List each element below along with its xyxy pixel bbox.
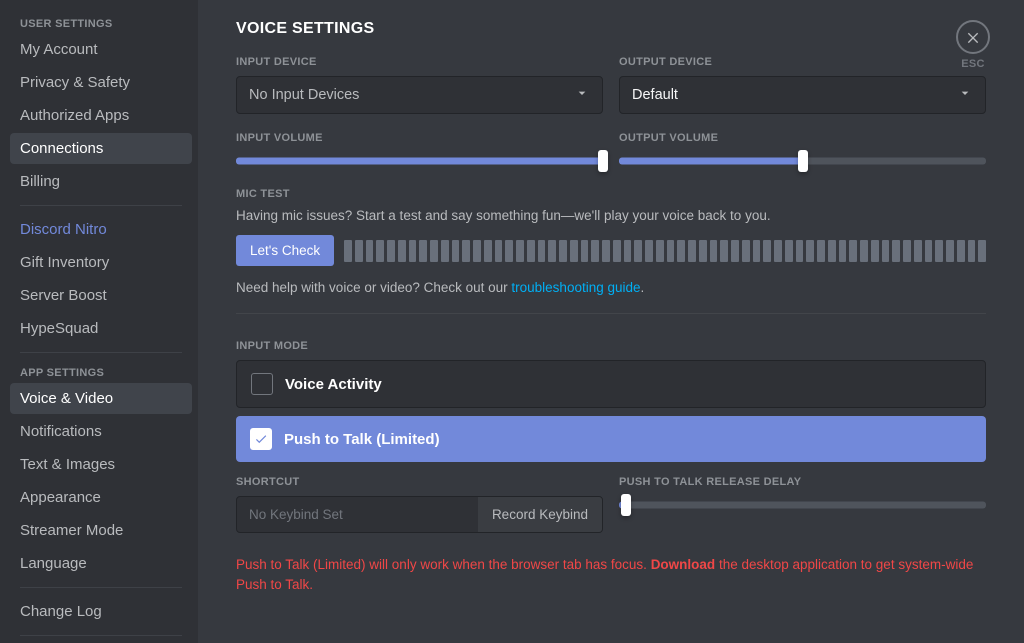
chevron-down-icon: [957, 85, 973, 105]
divider: [236, 313, 986, 314]
output-device-value: Default: [632, 87, 678, 103]
release-delay-label: PUSH TO TALK RELEASE DELAY: [619, 476, 986, 488]
record-keybind-button[interactable]: Record Keybind: [478, 497, 602, 532]
divider: [20, 587, 182, 588]
mic-test-label: MIC TEST: [236, 188, 986, 200]
sidebar-item-appearance[interactable]: Appearance: [10, 482, 192, 513]
download-link[interactable]: Download: [651, 557, 716, 572]
checkbox-checked-icon: [250, 428, 272, 450]
mode-label: Push to Talk (Limited): [284, 431, 440, 448]
sidebar-item-text-images[interactable]: Text & Images: [10, 449, 192, 480]
troubleshooting-link[interactable]: troubleshooting guide: [511, 280, 640, 295]
keybind-input[interactable]: No Keybind Set: [237, 497, 478, 532]
settings-content: ESC VOICE SETTINGS INPUT DEVICE No Input…: [198, 0, 1024, 643]
close-esc: ESC: [956, 20, 990, 70]
close-button[interactable]: [956, 20, 990, 54]
checkbox-icon: [251, 373, 273, 395]
sidebar-item-streamer-mode[interactable]: Streamer Mode: [10, 515, 192, 546]
esc-label: ESC: [956, 58, 990, 70]
settings-sidebar: USER SETTINGS My Account Privacy & Safet…: [0, 0, 198, 643]
sidebar-item-gift-inventory[interactable]: Gift Inventory: [10, 247, 192, 278]
sidebar-item-authorized-apps[interactable]: Authorized Apps: [10, 100, 192, 131]
sidebar-item-discord-nitro[interactable]: Discord Nitro: [10, 214, 192, 245]
sidebar-item-hypesquad[interactable]: HypeSquad: [10, 313, 192, 344]
input-volume-slider[interactable]: [236, 152, 603, 170]
sidebar-item-notifications[interactable]: Notifications: [10, 416, 192, 447]
mic-test-meter: [344, 240, 986, 262]
mic-test-button[interactable]: Let's Check: [236, 235, 334, 266]
output-device-label: OUTPUT DEVICE: [619, 56, 986, 68]
mode-label: Voice Activity: [285, 376, 382, 393]
sidebar-item-billing[interactable]: Billing: [10, 166, 192, 197]
keybind-box: No Keybind Set Record Keybind: [236, 496, 603, 533]
output-volume-slider[interactable]: [619, 152, 986, 170]
shortcut-label: SHORTCUT: [236, 476, 603, 488]
input-device-value: No Input Devices: [249, 87, 359, 103]
divider: [20, 635, 182, 636]
sidebar-item-language[interactable]: Language: [10, 548, 192, 579]
close-icon: [965, 29, 981, 45]
sidebar-header-app: APP SETTINGS: [10, 361, 192, 383]
chevron-down-icon: [574, 85, 590, 105]
output-volume-label: OUTPUT VOLUME: [619, 132, 986, 144]
page-title: VOICE SETTINGS: [236, 20, 986, 38]
sidebar-item-connections[interactable]: Connections: [10, 133, 192, 164]
sidebar-header-user: USER SETTINGS: [10, 12, 192, 34]
input-volume-label: INPUT VOLUME: [236, 132, 603, 144]
divider: [20, 352, 182, 353]
mic-test-description: Having mic issues? Start a test and say …: [236, 208, 986, 223]
input-device-select[interactable]: No Input Devices: [236, 76, 603, 114]
release-delay-slider[interactable]: [619, 496, 986, 514]
ptt-limited-warning: Push to Talk (Limited) will only work wh…: [236, 555, 986, 596]
input-mode-push-to-talk[interactable]: Push to Talk (Limited): [236, 416, 986, 462]
sidebar-item-change-log[interactable]: Change Log: [10, 596, 192, 627]
sidebar-item-my-account[interactable]: My Account: [10, 34, 192, 65]
sidebar-item-voice-video[interactable]: Voice & Video: [10, 383, 192, 414]
output-device-select[interactable]: Default: [619, 76, 986, 114]
input-mode-voice-activity[interactable]: Voice Activity: [236, 360, 986, 408]
sidebar-item-privacy-safety[interactable]: Privacy & Safety: [10, 67, 192, 98]
help-text: Need help with voice or video? Check out…: [236, 280, 986, 295]
input-device-label: INPUT DEVICE: [236, 56, 603, 68]
sidebar-item-server-boost[interactable]: Server Boost: [10, 280, 192, 311]
divider: [20, 205, 182, 206]
input-mode-label: INPUT MODE: [236, 340, 986, 352]
